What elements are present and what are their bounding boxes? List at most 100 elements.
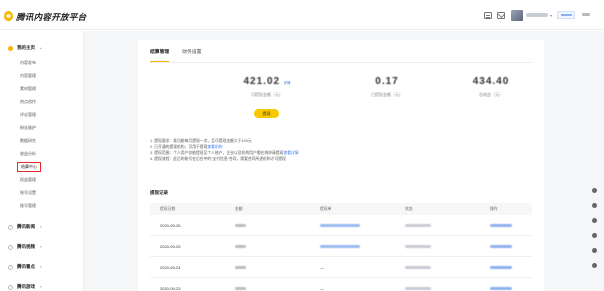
- sidebar: 我的主页 ▴ 内容发布 内容管理 素材管理 热点创作 评论管理 粉丝维护 数据研…: [0, 31, 84, 291]
- floating-rail: [592, 188, 600, 278]
- redacted-order[interactable]: [320, 223, 360, 227]
- chevron-down-icon: ▾: [40, 285, 42, 289]
- withdraw-button[interactable]: 提现: [254, 109, 279, 118]
- chevron-down-icon: ▾: [40, 265, 42, 269]
- user-name[interactable]: [526, 13, 548, 17]
- info-icon[interactable]: [592, 263, 597, 268]
- cell-date: 2020-09-24: [160, 264, 181, 270]
- sidebar-item[interactable]: 收益分析: [20, 151, 36, 157]
- sidebar-item[interactable]: 权益管理: [20, 177, 36, 183]
- sidebar-section-kandian[interactable]: 腾讯看点 ▾: [8, 264, 42, 270]
- cell-order: [320, 244, 405, 249]
- sidebar-item-settlement[interactable]: 结算中心: [17, 162, 41, 172]
- kandian-icon: [8, 264, 13, 270]
- chat-icon[interactable]: [592, 218, 597, 223]
- redacted-status: [405, 265, 431, 269]
- cell-action: [490, 244, 532, 249]
- sidebar-item[interactable]: 账号管理: [20, 203, 36, 209]
- action-link[interactable]: [490, 244, 512, 248]
- column-header: 状态: [405, 206, 413, 211]
- settings-icon[interactable]: [592, 248, 597, 253]
- mail-icon[interactable]: [497, 12, 505, 19]
- table-header: 提现日期 金额 提现单 状态 操作: [150, 203, 532, 215]
- tab-finance-settings[interactable]: 财务设置: [182, 48, 201, 62]
- sidebar-section-label: 腾讯新闻: [17, 224, 35, 229]
- note-link[interactable]: 查看机构: [207, 145, 222, 149]
- sidebar-section-home[interactable]: 我的主页 ▴: [8, 45, 42, 51]
- settlement-card: 结算管理 财务设置 421.02 详情 可提现金额（元） 0.17 已提现金额（…: [138, 40, 544, 291]
- redacted-status: [405, 223, 431, 227]
- notes: 1. 提现要求：准功能每月提现一次，且可提现金额大于100元 2. 已开通的提现…: [150, 138, 530, 162]
- redacted-amount: [235, 223, 246, 227]
- chevron-up-icon: ▴: [40, 46, 42, 50]
- sidebar-section-label: 腾讯游戏: [17, 284, 35, 289]
- table-row: 2020-09-26: [150, 215, 532, 236]
- stat-label: 已提现金额（元）: [371, 92, 403, 97]
- chevron-down-icon: ▾: [40, 245, 42, 249]
- stat-label: 可提现金额（元）: [251, 92, 283, 97]
- details-link[interactable]: 详情: [283, 81, 290, 85]
- sidebar-item[interactable]: 素材管理: [20, 86, 36, 92]
- cell-date: 2020-09-26: [160, 222, 181, 228]
- redacted-amount: [235, 244, 246, 248]
- note-link[interactable]: 查看详情: [283, 151, 298, 155]
- sidebar-item[interactable]: 粉丝维护: [20, 125, 36, 131]
- sidebar-section-news[interactable]: 腾讯新闻 ▾: [8, 224, 42, 230]
- chevron-down-icon: ▾: [40, 225, 42, 229]
- app-title[interactable]: 腾讯内容开放平台: [16, 11, 86, 23]
- cell-order: —: [320, 264, 324, 270]
- action-link[interactable]: [490, 286, 512, 290]
- cell-action: [490, 265, 532, 270]
- action-link[interactable]: [490, 265, 512, 269]
- redacted-status: [405, 244, 431, 248]
- sidebar-item[interactable]: 数据研究: [20, 138, 36, 144]
- sidebar-item[interactable]: 评论管理: [20, 112, 36, 118]
- logout-link[interactable]: [582, 13, 590, 16]
- sidebar-item[interactable]: 内容发布: [20, 60, 36, 66]
- stat-label: 总收益（元）: [479, 92, 503, 97]
- column-header: 金额: [235, 206, 243, 211]
- cell-amount: [235, 244, 320, 249]
- sidebar-item[interactable]: 热点创作: [20, 99, 36, 105]
- account-badge[interactable]: [557, 11, 575, 19]
- pin-icon[interactable]: [592, 203, 597, 208]
- note-item: 4. 提现流程：此后的账号在后台中的“支付信息”合同，需要合同所述机构才可提现: [150, 156, 530, 162]
- column-header: 提现单: [320, 206, 332, 211]
- tab-settlement[interactable]: 结算管理: [150, 48, 170, 62]
- sidebar-section-game[interactable]: 腾讯游戏 ▾: [8, 284, 42, 290]
- logo-icon: [4, 11, 13, 21]
- table-row: 2020-09-25: [150, 236, 532, 257]
- top-bar: 腾讯内容开放平台 ▾: [0, 0, 604, 30]
- headset-icon[interactable]: [592, 233, 597, 238]
- redacted-order[interactable]: [320, 244, 360, 248]
- cell-action: [490, 286, 532, 291]
- stat-total: 434.40 总收益（元）: [441, 76, 541, 98]
- cell-status: [405, 265, 490, 270]
- column-header: 提现日期: [160, 206, 176, 211]
- column-header: 操作: [490, 206, 498, 211]
- stat-withdrawable: 421.02 详情 可提现金额（元）: [217, 76, 317, 98]
- divider: [150, 62, 532, 63]
- records-title: 提现记录: [150, 190, 168, 195]
- cell-date: 2020-09-25: [160, 243, 181, 249]
- home-icon: [8, 45, 13, 51]
- link-icon[interactable]: [592, 188, 597, 193]
- cell-amount: [235, 286, 320, 291]
- sidebar-item[interactable]: 内容管理: [20, 73, 36, 79]
- document-icon[interactable]: [484, 12, 492, 19]
- note-text: 4. 提现流程：此后的账号在后台中的“支付信息”合同，需要合同所述机构才可提现: [150, 157, 286, 161]
- avatar[interactable]: [511, 10, 523, 21]
- stat-value: 434.40: [472, 76, 510, 87]
- cell-status: [405, 244, 490, 249]
- tab-bar: 结算管理 财务设置: [150, 48, 214, 62]
- cell-action: [490, 223, 532, 228]
- table-row: 2020-09-23 —: [150, 278, 532, 291]
- redacted-amount: [235, 265, 246, 269]
- action-link[interactable]: [490, 223, 512, 227]
- cell-order: [320, 223, 405, 228]
- cell-order: —: [320, 285, 324, 291]
- chevron-down-icon[interactable]: ▾: [550, 13, 552, 18]
- note-text: 3. 提现范围：个人用户仅能提现至个人账户，企业以及机构用户需在线申请提现: [150, 151, 284, 155]
- sidebar-section-video[interactable]: 腾讯视频 ▾: [8, 244, 42, 250]
- sidebar-item[interactable]: 账号设置: [20, 190, 36, 196]
